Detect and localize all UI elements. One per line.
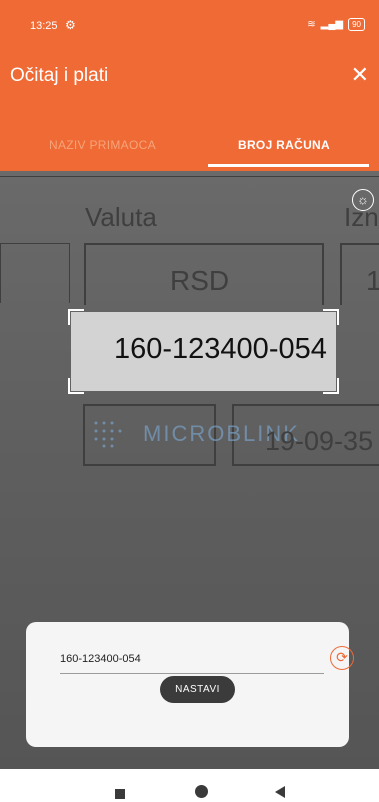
active-tab-indicator — [208, 164, 369, 167]
scan-corner — [68, 378, 84, 394]
refresh-icon[interactable]: ⟳ — [330, 646, 354, 670]
paper-line — [84, 243, 86, 305]
gear-icon: ⚙ — [65, 18, 76, 32]
microblink-logo-icon — [94, 421, 122, 448]
document-date: 19-09-35 — [265, 426, 374, 456]
status-bar: 13:25 ⚙ ≋ ▂▄▆ 90 — [0, 0, 379, 44]
home-icon[interactable] — [195, 785, 208, 798]
signal-icon: ▂▄▆ — [320, 19, 344, 30]
paper-line — [340, 243, 342, 305]
document-currency: RSD — [170, 265, 230, 296]
paper-line — [0, 243, 70, 244]
app-bar: Očitaj i plati ✕ NAZIV PRIMAOCA BROJ RAČ… — [0, 44, 379, 171]
document-value: 1 — [366, 265, 379, 296]
back-icon[interactable] — [275, 786, 285, 798]
account-number-input[interactable] — [60, 645, 324, 673]
paper-line — [83, 404, 85, 466]
paper-line — [83, 404, 215, 406]
paper-line — [232, 404, 379, 406]
tab-broj-racuna[interactable]: BROJ RAČUNA — [238, 138, 330, 152]
document-label-iznos: Izn — [344, 202, 379, 232]
paper-line — [322, 243, 324, 305]
scan-corner — [68, 309, 84, 325]
paper-line — [232, 464, 379, 466]
paper-line — [83, 464, 215, 466]
account-field[interactable] — [60, 645, 324, 674]
result-panel: ⟳ NASTAVI — [26, 622, 354, 747]
page-title: Očitaj i plati — [10, 65, 109, 86]
status-time: 13:25 — [30, 20, 58, 32]
scan-corner — [323, 309, 339, 325]
tab-naziv-primaoca[interactable]: NAZIV PRIMAOCA — [49, 138, 156, 152]
continue-button[interactable]: NASTAVI — [160, 676, 235, 703]
wifi-icon: ≋ — [307, 19, 316, 30]
phone-screen: 13:25 ⚙ ≋ ▂▄▆ 90 Očitaj i plati ✕ NAZIV … — [0, 0, 379, 802]
status-icons: ≋ ▂▄▆ 90 — [307, 18, 365, 31]
document-label-valuta: Valuta — [85, 202, 157, 232]
paper-line — [340, 243, 379, 245]
scan-corner — [323, 378, 339, 394]
paper-line — [69, 243, 70, 303]
paper-line — [84, 243, 324, 245]
close-icon[interactable]: ✕ — [351, 62, 369, 88]
scanned-account-number: 160-123400-054 — [114, 333, 327, 365]
scan-frame: 160-123400-054 — [68, 309, 339, 394]
battery-icon: 90 — [348, 18, 365, 31]
paper-line — [0, 243, 1, 303]
paper-edge — [0, 176, 379, 177]
recent-apps-icon[interactable] — [115, 789, 125, 799]
navigation-bar — [0, 769, 379, 802]
